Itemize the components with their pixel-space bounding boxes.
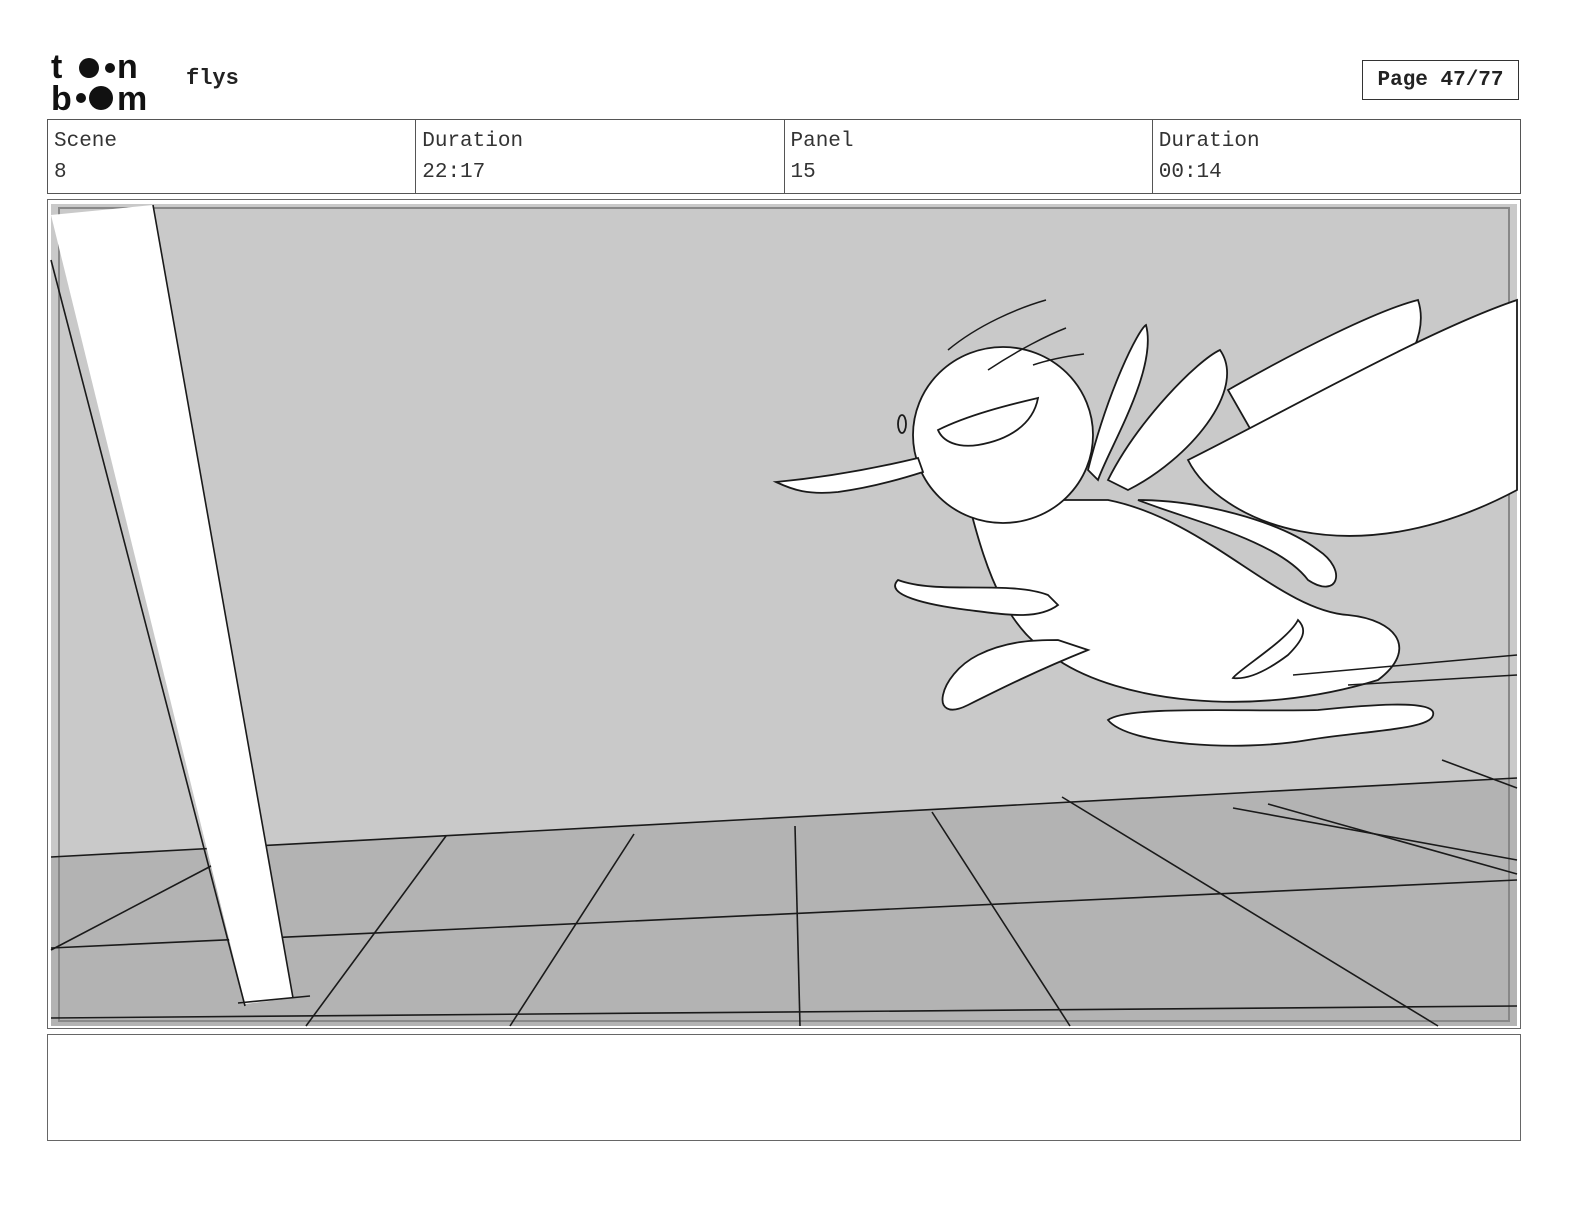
svg-text:b: b	[51, 80, 72, 112]
toonboom-logo: t n b m	[51, 50, 147, 112]
scene-cell: Scene 8	[48, 120, 417, 193]
panel-notes	[47, 1034, 1521, 1141]
scene-label: Scene	[54, 130, 118, 153]
panel-duration-cell: Duration 00:14	[1153, 120, 1520, 193]
scene-duration-value: 22:17	[422, 161, 486, 184]
panel-duration-label: Duration	[1158, 130, 1260, 153]
svg-text:m: m	[117, 80, 147, 112]
scene-value: 8	[54, 161, 67, 184]
panel-value: 15	[790, 161, 816, 184]
scene-info-table: Scene 8 Duration 22:17 Panel 15 Duration…	[47, 119, 1521, 194]
panel-cell: Panel 15	[785, 120, 1153, 193]
panel-label: Panel	[790, 130, 854, 153]
panel-duration-value: 00:14	[1158, 161, 1222, 184]
scene-duration-label: Duration	[422, 130, 524, 153]
storyboard-panel	[47, 199, 1521, 1029]
scene-duration-cell: Duration 22:17	[416, 120, 785, 193]
storyboard-sketch	[50, 204, 1518, 1027]
project-name: flys	[186, 66, 239, 91]
page-indicator: Page 47/77	[1362, 60, 1519, 100]
